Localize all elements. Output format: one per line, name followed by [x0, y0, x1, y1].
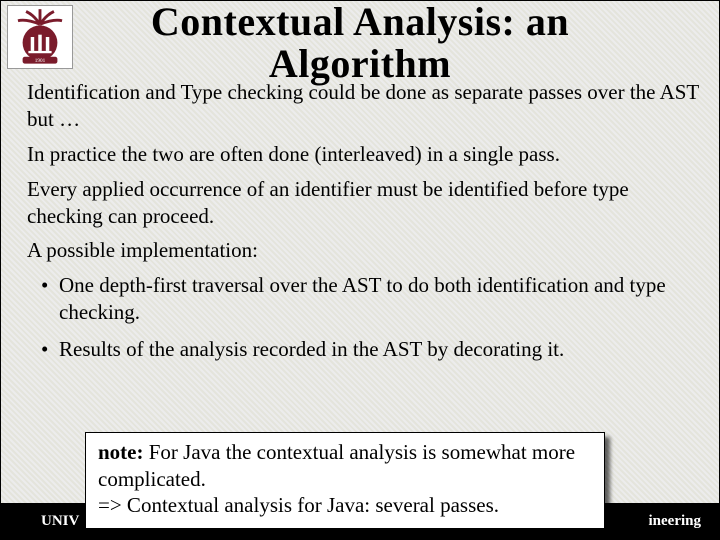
svg-text:1901: 1901 [35, 58, 46, 64]
paragraph-2: In practice the two are often done (inte… [27, 141, 703, 168]
bullet-item: Results of the analysis recorded in the … [41, 336, 703, 363]
paragraph-3: Every applied occurrence of an identifie… [27, 176, 703, 230]
bullet-list: One depth-first traversal over the AST t… [41, 272, 703, 363]
title-line-1: Contextual Analysis: an [151, 0, 569, 44]
footer-right-text: ineering [649, 513, 702, 530]
paragraph-1: Identification and Type checking could b… [27, 79, 703, 133]
paragraph-4: A possible implementation: [27, 237, 703, 264]
note-label: note: [98, 440, 144, 464]
note-box: note: For Java the contextual analysis i… [85, 432, 605, 529]
footer-left-text: UNIV [41, 513, 79, 530]
slide: 1901 Contextual Analysis: an Algorithm I… [0, 0, 720, 540]
note-line-1-rest: For Java the contextual analysis is some… [98, 440, 575, 490]
bullet-item: One depth-first traversal over the AST t… [41, 272, 703, 326]
slide-body: Identification and Type checking could b… [27, 79, 703, 373]
slide-title: Contextual Analysis: an Algorithm [1, 1, 719, 85]
crest-icon: 1901 [11, 8, 69, 66]
university-logo: 1901 [7, 5, 73, 69]
note-line-2: => Contextual analysis for Java: several… [98, 492, 592, 518]
note-line-1: note: For Java the contextual analysis i… [98, 439, 592, 492]
